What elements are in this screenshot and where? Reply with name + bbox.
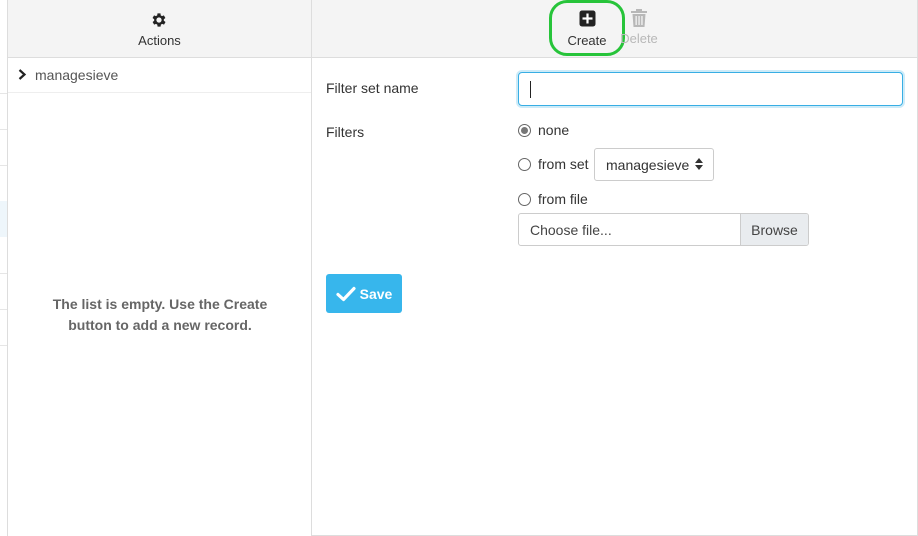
filters-label: Filters [326,124,365,140]
filter-set-name-input[interactable] [518,72,903,106]
file-input[interactable]: Choose file... Browse [518,213,809,246]
create-label: Create [567,32,607,48]
gear-icon [150,10,168,30]
from-set-select[interactable]: managesieve [594,148,714,181]
filter-set-form-panel: Create Delete Filter set name Filters no… [312,0,918,536]
radio-from-file[interactable]: from file [518,191,588,207]
chevron-right-icon[interactable] [18,67,27,84]
radio-from-set[interactable]: from set [518,156,589,172]
actions-label: Actions [138,32,181,48]
trash-icon [631,8,647,28]
divider [0,345,7,346]
divider [0,93,7,94]
select-arrows-icon [695,158,703,170]
left-edge-strip [0,0,8,536]
check-icon [336,286,356,302]
radio-from-file-label: from file [538,191,588,207]
save-button[interactable]: Save [326,274,402,313]
selected-row-indicator [0,201,7,237]
from-set-select-value: managesieve [606,156,690,173]
radio-none-label: none [538,122,570,138]
text-caret [530,81,531,98]
divider [0,165,7,166]
filter-set-name-label: Filter set name [326,80,419,96]
file-name-field[interactable]: Choose file... [519,214,740,245]
radio-none-control[interactable] [518,123,531,137]
actions-button[interactable]: Actions [138,10,181,48]
filter-sets-list-panel: Actions managesieve The list is empty. U… [8,0,312,536]
divider [0,129,7,130]
main-toolbar: Create Delete [312,0,917,58]
create-button[interactable]: Create [549,0,625,56]
filter-set-item[interactable]: managesieve [8,58,311,93]
radio-from-set-label: from set [538,156,589,172]
empty-list-message: The list is empty. Use the Create button… [52,296,268,333]
delete-label: Delete [620,31,658,46]
list-toolbar: Actions [8,0,311,58]
divider [0,273,7,274]
delete-button[interactable]: Delete [619,8,659,46]
browse-button[interactable]: Browse [740,214,808,245]
radio-none[interactable]: none [518,122,569,138]
radio-from-file-control[interactable] [518,192,531,206]
radio-from-set-control[interactable] [518,157,531,171]
plus-square-icon [579,9,596,29]
divider [0,309,7,310]
filter-set-label: managesieve [35,67,119,83]
save-label: Save [359,285,393,302]
